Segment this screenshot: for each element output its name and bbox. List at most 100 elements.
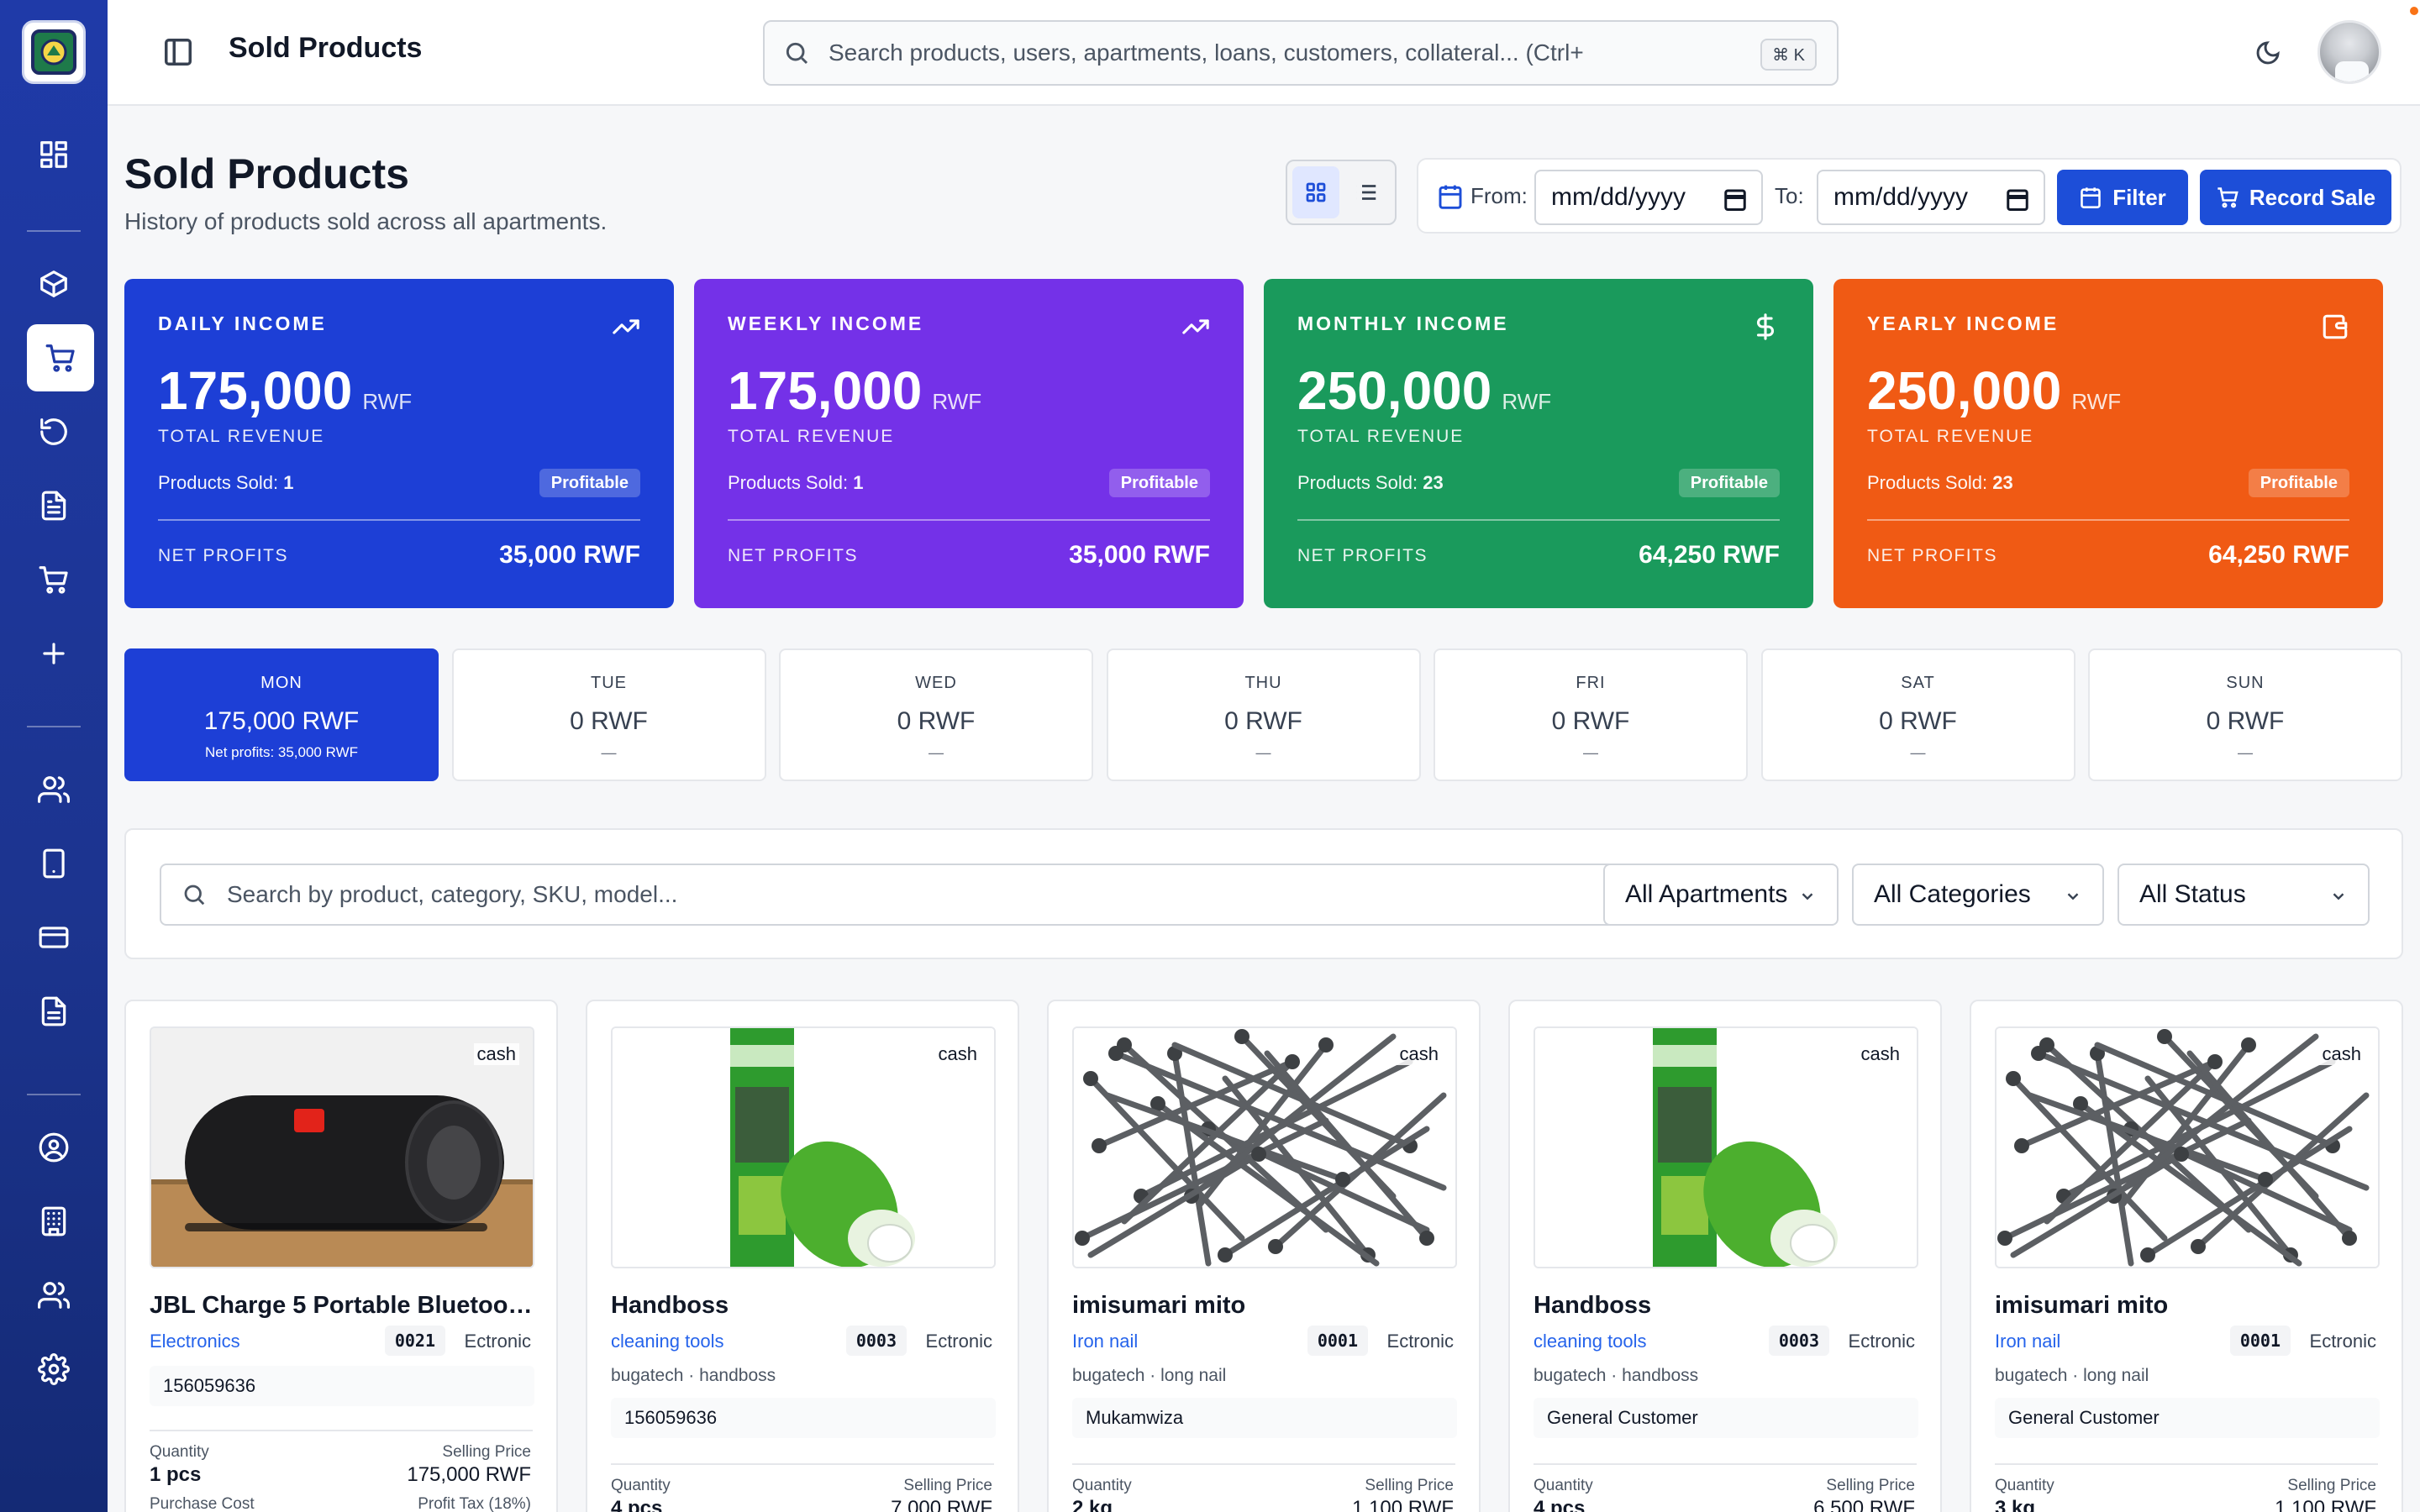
theme-toggle-button[interactable] [2250, 35, 2286, 71]
payment-method-tag: cash [473, 1043, 519, 1065]
product-sku: 0001 [2229, 1326, 2291, 1356]
customer-field: General Customer [1995, 1398, 2380, 1438]
product-name[interactable]: Handboss [611, 1292, 996, 1320]
sidebar-item-add[interactable] [27, 627, 81, 680]
product-model: bugatech · long nail [1072, 1366, 1227, 1385]
sidebar-item-purchases[interactable] [27, 553, 81, 606]
day-card-tue[interactable]: TUE 0 RWF — [451, 648, 766, 781]
product-name[interactable]: imisumari mito [1072, 1292, 1457, 1320]
day-name: SUN [2226, 674, 2265, 692]
sidebar-divider [27, 726, 81, 727]
sidebar-item-profile[interactable] [27, 1121, 81, 1174]
record-sale-button[interactable]: Record Sale [2200, 170, 2391, 225]
product-category[interactable]: cleaning tools [611, 1331, 724, 1352]
app-logo[interactable] [22, 20, 86, 84]
day-card-thu[interactable]: THU 0 RWF — [1106, 648, 1421, 781]
product-search[interactable] [160, 864, 1615, 926]
categories-select[interactable]: All Categories [1852, 864, 2104, 926]
payment-method-tag: cash [1396, 1043, 1442, 1065]
sidebar-item-sold-products[interactable] [27, 324, 94, 391]
products-sold-label: Products Sold: [158, 472, 279, 493]
credit-card-icon [39, 927, 69, 948]
product-name[interactable]: JBL Charge 5 Portable Bluetooth S... [150, 1292, 534, 1320]
day-card-fri[interactable]: FRI 0 RWF — [1434, 648, 1748, 781]
day-revenue: 0 RWF [2206, 707, 2285, 735]
product-sku: 0003 [1768, 1326, 1829, 1356]
calendar-picker-icon[interactable] [1723, 186, 1748, 212]
net-profits-label: NET PROFITS [1867, 546, 1997, 565]
product-card[interactable]: cash imisumari mito Iron nail 0001 Ectro… [1047, 1000, 1481, 1512]
customer-field: 156059636 [611, 1398, 996, 1438]
income-amount-value: 175,000 [158, 360, 353, 421]
date-filter-bar: From: mm/dd/yyyy To: mm/dd/yyyy Filter R… [1417, 158, 2402, 234]
status-select[interactable]: All Status [2118, 864, 2370, 926]
wallet-icon [2321, 312, 2349, 341]
net-profits-label: NET PROFITS [1297, 546, 1428, 565]
sidebar-item-devices[interactable] [27, 837, 81, 890]
net-profits-label: NET PROFITS [728, 546, 858, 565]
product-card[interactable]: cash Handboss cleaning tools 0003 Ectron… [1508, 1000, 1942, 1512]
income-card-yearly: YEARLY INCOME 250,000 RWF TOTAL REVENUE … [1833, 279, 2383, 608]
filter-button[interactable]: Filter [2057, 170, 2188, 225]
dollar-icon [1751, 312, 1780, 341]
product-category[interactable]: cleaning tools [1534, 1331, 1647, 1352]
profitable-badge: Profitable [539, 469, 640, 497]
calendar-picker-icon[interactable] [2005, 186, 2030, 212]
income-card-label: DAILY INCOME [158, 312, 327, 334]
selling-price-value: 1,100 RWF [2275, 1497, 2376, 1512]
sidebar-item-payments[interactable] [27, 911, 81, 964]
search-icon [786, 42, 808, 65]
sidebar-toggle-button[interactable] [160, 34, 197, 71]
list-view-button[interactable] [1343, 166, 1390, 218]
rotate-ccw-icon [40, 418, 67, 445]
from-date-input[interactable]: mm/dd/yyyy [1534, 170, 1763, 225]
product-card[interactable]: cash imisumari mito Iron nail 0001 Ectro… [1970, 1000, 2403, 1512]
day-card-mon[interactable]: MON 175,000 RWF Net profits: 35,000 RWF [124, 648, 439, 781]
quantity-value: 2 kg [1072, 1497, 1113, 1512]
sidebar-item-reports[interactable] [27, 479, 81, 533]
grid-view-button[interactable] [1292, 166, 1339, 218]
customer-field: Mukamwiza [1072, 1398, 1457, 1438]
grid-view-icon [1306, 182, 1326, 202]
global-search[interactable]: ⌘ K [763, 20, 1839, 86]
products-sold-label: Products Sold: [1867, 472, 1988, 493]
income-currency: RWF [2071, 389, 2122, 414]
day-card-wed[interactable]: WED 0 RWF — [779, 648, 1093, 781]
grid-icon [40, 141, 67, 168]
sidebar-item-settings[interactable] [27, 1342, 81, 1396]
quantity-label: Quantity [150, 1443, 209, 1461]
sidebar-item-users[interactable] [27, 763, 81, 816]
product-category[interactable]: Electronics [150, 1331, 240, 1352]
product-category[interactable]: Iron nail [1995, 1331, 2060, 1352]
product-search-input[interactable] [227, 881, 1571, 908]
products-sold-count: 1 [283, 472, 294, 493]
to-date-value: mm/dd/yyyy [1833, 183, 1969, 211]
product-image[interactable]: cash [150, 1026, 534, 1268]
day-card-sun[interactable]: SUN 0 RWF — [2088, 648, 2402, 781]
day-revenue: 0 RWF [570, 707, 648, 735]
sidebar-item-dashboard[interactable] [27, 128, 81, 181]
product-image[interactable]: cash [1072, 1026, 1457, 1268]
products-sold: Products Sold: 23 [1867, 472, 2013, 494]
product-image[interactable]: cash [1995, 1026, 2380, 1268]
product-image[interactable]: cash [1534, 1026, 1918, 1268]
sidebar-item-apartments[interactable] [27, 1194, 81, 1248]
global-search-input[interactable] [829, 39, 1728, 66]
income-card-label: WEEKLY INCOME [728, 312, 924, 334]
product-card[interactable]: cash JBL Charge 5 Portable Bluetooth S..… [124, 1000, 558, 1512]
sidebar-item-customers[interactable] [27, 1268, 81, 1322]
product-category[interactable]: Iron nail [1072, 1331, 1138, 1352]
product-image[interactable]: cash [611, 1026, 996, 1268]
sidebar-item-products[interactable] [27, 257, 81, 311]
product-name[interactable]: Handboss [1534, 1292, 1918, 1320]
day-card-sat[interactable]: SAT 0 RWF — [1760, 648, 2075, 781]
sidebar-item-documents[interactable] [27, 984, 81, 1038]
user-avatar[interactable] [2317, 20, 2381, 84]
document-icon [41, 996, 66, 1026]
apartments-select[interactable]: All Apartments [1603, 864, 1839, 926]
sidebar-item-returns[interactable] [27, 405, 81, 459]
total-revenue-label: TOTAL REVENUE [1867, 427, 2034, 446]
product-card[interactable]: cash Handboss cleaning tools 0003 Ectron… [586, 1000, 1019, 1512]
product-name[interactable]: imisumari mito [1995, 1292, 2380, 1320]
to-date-input[interactable]: mm/dd/yyyy [1817, 170, 2045, 225]
